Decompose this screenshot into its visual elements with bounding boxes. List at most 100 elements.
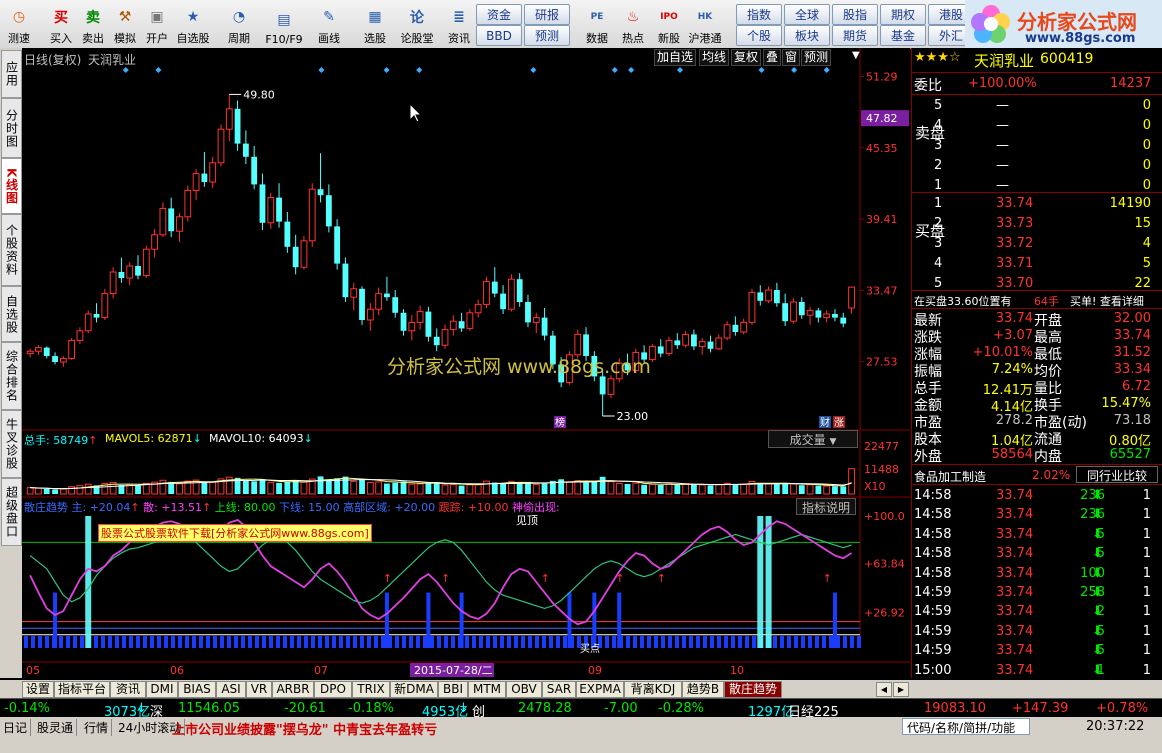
- search-input[interactable]: 代码/名称/简拼/功能: [902, 718, 1030, 735]
- base-strip-bar: [479, 636, 483, 648]
- toolbar-small-button-5[interactable]: 全球: [784, 4, 830, 25]
- indicator-tab-2[interactable]: 资讯: [110, 681, 146, 698]
- toolbar-button-9[interactable]: ▦ 选股: [358, 2, 392, 46]
- candle: [300, 236, 308, 270]
- candle: [168, 197, 175, 238]
- left-tab-1[interactable]: 分时图: [1, 98, 22, 158]
- toolbar-button-5[interactable]: ★ 自选股: [176, 2, 210, 46]
- toolbar-button-12[interactable]: PE 数据: [580, 2, 614, 46]
- toolbar-button-6[interactable]: ◔ 周期: [222, 2, 256, 46]
- buys-row[interactable]: 3 33.72 4: [912, 234, 1162, 253]
- base-strip-bar: [66, 636, 70, 648]
- base-strip-bar: [773, 636, 777, 648]
- indicator-tab-7[interactable]: ARBR: [272, 681, 314, 698]
- volume-bar: [466, 484, 474, 495]
- badge-cai[interactable]: 财: [820, 416, 830, 429]
- indicator-tab-6[interactable]: VR: [246, 681, 272, 698]
- toolbar-button-3[interactable]: ⚒ 模拟: [108, 2, 142, 46]
- indicator-tab-18[interactable]: 散庄趋势: [724, 681, 782, 698]
- left-tab-0[interactable]: 应用: [1, 50, 22, 98]
- sells-row[interactable]: 5—0: [912, 96, 1162, 115]
- buys-row[interactable]: 4 33.71 5: [912, 254, 1162, 273]
- tick-row: 14:58 33.74 5 ⬇ 1: [914, 526, 1151, 542]
- volume-bar: [276, 482, 282, 494]
- volume-bar: [698, 484, 706, 495]
- toolbar-button-15[interactable]: HK 沪港通: [688, 2, 722, 46]
- toolbar-small-button-4[interactable]: 指数: [736, 4, 782, 25]
- indicator-tab-16[interactable]: 背离KDJ: [624, 681, 682, 698]
- badge-bang[interactable]: 榜: [555, 416, 565, 429]
- status-item-2[interactable]: 行情: [81, 719, 113, 736]
- toolbar-button-13[interactable]: ♨ 热点: [616, 2, 650, 46]
- toolbar-button-11[interactable]: ≣ 资讯: [442, 2, 476, 46]
- scroll-left-icon[interactable]: ◀: [876, 682, 892, 697]
- status-item-0[interactable]: 日记: [0, 719, 32, 736]
- volume-bar: [707, 485, 714, 494]
- indicator-help-button[interactable]: 指标说明: [796, 498, 856, 515]
- left-tab-3[interactable]: 个股资料: [1, 214, 22, 286]
- indicator-tab-1[interactable]: 指标平台: [54, 681, 110, 698]
- left-tab-4[interactable]: 自选股: [1, 286, 22, 342]
- kline-chart-area[interactable]: 日线(复权) 天润乳业 加自选 均线 复权叠窗预测 ▼ 51.29 47.82 45.3…: [22, 48, 910, 678]
- indicator-tab-10[interactable]: 新DMA: [390, 681, 438, 698]
- indicator-tab-13[interactable]: OBV: [506, 681, 542, 698]
- indicator-tab-4[interactable]: BIAS: [178, 681, 216, 698]
- candle: [76, 327, 84, 344]
- base-strip-bar: [556, 636, 560, 648]
- toolbar-button-10[interactable]: 论论股堂: [400, 2, 434, 46]
- industry-name[interactable]: 食品加工制造: [914, 468, 986, 485]
- toolbar-button-14[interactable]: IPO 新股: [652, 2, 686, 46]
- status-item-1[interactable]: 股灵通: [34, 719, 78, 736]
- volume-bar: [765, 483, 772, 495]
- toolbar-small-button-2[interactable]: BBD: [476, 25, 522, 46]
- sells-row[interactable]: 4—0: [912, 116, 1162, 135]
- news-ticker[interactable]: 上市公司业绩披露"摆乌龙" 中青宝去年盈转亏: [172, 719, 437, 738]
- volume-bar: [674, 484, 681, 494]
- toolbar-small-button-7[interactable]: 期权: [880, 4, 926, 25]
- toolbar-small-button-11[interactable]: 期货: [832, 25, 878, 46]
- indicator-tab-9[interactable]: TRIX: [352, 681, 390, 698]
- volume-bar: [209, 481, 217, 495]
- indicator-tab-11[interactable]: BBI: [438, 681, 468, 698]
- left-tab-6[interactable]: 牛叉诊股: [1, 410, 22, 478]
- queue-detail-link[interactable]: 买单! 查看详细: [1070, 293, 1144, 309]
- toolbar-button-0[interactable]: ◷ 测速: [2, 2, 36, 46]
- toolbar-button-7[interactable]: ▤ F10/F9: [262, 2, 306, 46]
- toolbar-small-button-12[interactable]: 基金: [880, 25, 926, 46]
- left-tab-5[interactable]: 综合排名: [1, 342, 22, 410]
- left-tab-2[interactable]: K线图: [1, 158, 22, 214]
- buys-row[interactable]: 1 33.74 14190: [912, 194, 1162, 213]
- base-strip-bar: [444, 636, 448, 648]
- toolbar-small-button-0[interactable]: 资金: [476, 4, 522, 25]
- toolbar-small-button-10[interactable]: 板块: [784, 25, 830, 46]
- toolbar-button-4[interactable]: ▣ 开户: [140, 2, 174, 46]
- toolbar-small-button-9[interactable]: 个股: [736, 25, 782, 46]
- indicator-tab-14[interactable]: SAR: [542, 681, 576, 698]
- toolbar-button-1[interactable]: 买买入: [44, 2, 78, 46]
- toolbar-button-8[interactable]: ✎ 画线: [312, 2, 346, 46]
- left-tab-7[interactable]: 超级盘口: [1, 478, 22, 546]
- scroll-right-icon[interactable]: ▶: [893, 682, 909, 697]
- badge-zhang[interactable]: 涨: [834, 417, 844, 429]
- indicator-tab-0[interactable]: 设置: [22, 681, 54, 698]
- quote-stat-row: 振幅 7.24% 均价 33.34: [914, 362, 1151, 380]
- toolbar-small-button-6[interactable]: 股指: [832, 4, 878, 25]
- indicator-tab-5[interactable]: ASI: [216, 681, 246, 698]
- indicator-tab-15[interactable]: EXPMA: [576, 681, 624, 698]
- flower-logo-icon: [971, 5, 1010, 43]
- toolbar-small-button-3[interactable]: 预测: [524, 25, 570, 46]
- indicator-tab-12[interactable]: MTM: [468, 681, 506, 698]
- indicator-tab-3[interactable]: DMI: [146, 681, 178, 698]
- ad-banner[interactable]: 股票公式股票软件下载[分析家公式网www.88gs.com]: [98, 524, 372, 542]
- indicator-tab-17[interactable]: 趋势B: [682, 681, 724, 698]
- indicator-tab-8[interactable]: DPO: [314, 681, 352, 698]
- toolbar-button-2[interactable]: 卖卖出: [76, 2, 110, 46]
- toolbar-small-button-1[interactable]: 研报: [524, 4, 570, 25]
- volume-selector[interactable]: 成交量 ▼: [768, 430, 858, 448]
- sells-row[interactable]: 3—0: [912, 136, 1162, 155]
- buys-row[interactable]: 2 33.73 15: [912, 214, 1162, 233]
- price-tick-label: 33.47: [866, 284, 898, 297]
- spike-bar: [765, 516, 772, 648]
- sells-row[interactable]: 2—0: [912, 156, 1162, 175]
- industry-compare-button[interactable]: 同行业比较: [1076, 466, 1158, 483]
